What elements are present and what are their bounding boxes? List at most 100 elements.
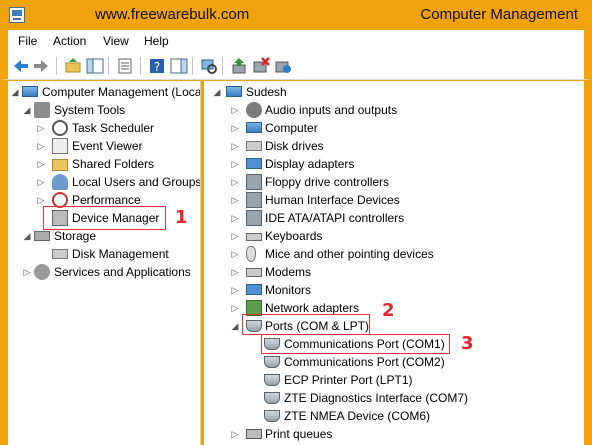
device-category[interactable]: ▷ Human Interface Devices	[230, 191, 570, 209]
expand-arrow-icon[interactable]: ▷	[230, 425, 240, 443]
svg-text:?: ?	[154, 60, 160, 74]
port-device[interactable]: ZTE NMEA Device (COM6)	[262, 407, 562, 425]
expand-arrow-icon[interactable]: ▷	[230, 173, 240, 191]
shared-folder-icon	[52, 159, 68, 171]
menu-help[interactable]: Help	[144, 34, 169, 48]
tree-label: Computer Management (Local	[42, 85, 201, 99]
menu-file[interactable]: File	[18, 34, 37, 48]
enable-device-icon[interactable]	[274, 57, 292, 75]
tree-node-shared-folders[interactable]: ▷ Shared Folders	[36, 155, 196, 173]
menu-bar: File Action View Help	[0, 30, 592, 52]
collapse-arrow-icon[interactable]: ◢	[22, 101, 32, 119]
device-tree-root-label: Sudesh	[246, 85, 287, 99]
device-category-label: Monitors	[265, 283, 312, 297]
tree-node-event-viewer[interactable]: ▷ Event Viewer	[36, 137, 196, 155]
expand-arrow-icon[interactable]: ▷	[230, 137, 240, 155]
event-viewer-icon	[52, 138, 68, 154]
expand-arrow-icon[interactable]: ▷	[230, 209, 240, 227]
port-device[interactable]: ZTE Diagnostics Interface (COM7)	[262, 389, 562, 407]
properties-icon[interactable]	[116, 57, 134, 75]
device-category[interactable]: ▷ Mice and other pointing devices	[230, 245, 570, 263]
tree-node-services[interactable]: ▷ Services and Applications	[22, 263, 200, 281]
device-category-label: Disk drives	[265, 139, 324, 153]
expand-arrow-icon[interactable]: ▷	[22, 263, 32, 281]
keyboard-icon	[246, 233, 262, 241]
device-category[interactable]: ▷ Monitors	[230, 281, 570, 299]
expand-arrow-icon[interactable]: ▷	[230, 101, 240, 119]
expand-arrow-icon[interactable]: ▷	[230, 263, 240, 281]
device-category[interactable]: ▷ Disk drives	[230, 137, 570, 155]
tree-node-disk-management[interactable]: Disk Management	[36, 245, 196, 263]
scan-hardware-icon[interactable]	[200, 57, 218, 75]
device-category-label: Print queues	[265, 427, 333, 441]
expand-arrow-icon[interactable]: ▷	[230, 191, 240, 209]
device-category[interactable]: ▷ Floppy drive controllers	[230, 173, 570, 191]
system-tools-icon	[34, 102, 50, 118]
device-category-label: IDE ATA/ATAPI controllers	[265, 211, 405, 225]
highlight-box-com1	[261, 334, 450, 354]
highlight-box-ports	[242, 314, 370, 335]
device-category[interactable]: ▷ Keyboards	[230, 227, 570, 245]
tree-label: Storage	[54, 229, 97, 243]
tree-label: Services and Applications	[54, 265, 191, 279]
services-icon	[34, 264, 50, 280]
back-icon[interactable]	[12, 57, 30, 75]
expand-arrow-icon[interactable]: ▷	[230, 155, 240, 173]
computer-management-icon[interactable]	[9, 7, 25, 23]
device-category[interactable]: ▷ Print queues	[230, 425, 570, 443]
menu-view[interactable]: View	[103, 34, 129, 48]
collapse-arrow-icon[interactable]: ◢	[230, 317, 240, 335]
menu-action[interactable]: Action	[53, 34, 86, 48]
window-title: Computer Management	[420, 6, 578, 23]
computer-management-icon	[22, 86, 38, 97]
speaker-icon	[246, 102, 262, 118]
device-tree-root[interactable]: ◢ Sudesh	[212, 83, 412, 101]
tree-node-storage[interactable]: ◢ Storage	[22, 227, 198, 245]
help-icon[interactable]: ?	[148, 57, 166, 75]
port-icon	[264, 356, 280, 368]
display-adapter-icon	[246, 158, 262, 169]
hid-icon	[246, 192, 262, 208]
tree-label: Local Users and Groups	[72, 175, 201, 189]
port-device-label: Communications Port (COM2)	[284, 355, 445, 369]
expand-arrow-icon[interactable]: ▷	[230, 119, 240, 137]
show-hide-tree-icon[interactable]	[86, 57, 104, 75]
tree-label: Event Viewer	[72, 139, 143, 153]
device-category[interactable]: ▷ Computer	[230, 119, 570, 137]
collapse-arrow-icon[interactable]: ◢	[22, 227, 32, 245]
expand-arrow-icon[interactable]: ▷	[230, 299, 240, 317]
expand-arrow-icon[interactable]: ▷	[230, 245, 240, 263]
update-driver-icon[interactable]	[230, 57, 248, 75]
console-tree-pane[interactable]: ◢ Computer Management (Local ◢ System To…	[8, 81, 201, 445]
device-category[interactable]: ▷ Modems	[230, 263, 570, 281]
expand-arrow-icon[interactable]: ▷	[36, 119, 46, 137]
computer-icon	[246, 122, 262, 133]
disk-icon	[52, 249, 68, 259]
collapse-arrow-icon[interactable]: ◢	[212, 83, 222, 101]
printer-icon	[246, 429, 262, 439]
up-folder-icon[interactable]	[64, 57, 82, 75]
device-tree-pane[interactable]: ◢ Sudesh ▷ Audio inputs and outputs ▷ Co…	[204, 81, 584, 445]
collapse-arrow-icon[interactable]: ◢	[10, 83, 20, 101]
expand-arrow-icon[interactable]: ▷	[230, 281, 240, 299]
tree-label: System Tools	[54, 103, 126, 117]
device-category[interactable]: ▷ Display adapters	[230, 155, 570, 173]
tree-node-computer-management[interactable]: ◢ Computer Management (Local	[10, 83, 200, 101]
uninstall-device-icon[interactable]	[252, 57, 270, 75]
port-device[interactable]: Communications Port (COM2)	[262, 353, 562, 371]
tree-node-task-scheduler[interactable]: ▷ Task Scheduler	[36, 119, 196, 137]
device-category[interactable]: ▷ Audio inputs and outputs	[230, 101, 570, 119]
device-category-label: Display adapters	[265, 157, 355, 171]
device-category[interactable]: ▷ IDE ATA/ATAPI controllers	[230, 209, 570, 227]
expand-arrow-icon[interactable]: ▷	[36, 137, 46, 155]
forward-icon[interactable]	[32, 57, 50, 75]
title-bar: www.freewarebulk.com Computer Management	[0, 0, 592, 30]
port-device[interactable]: ECP Printer Port (LPT1)	[262, 371, 562, 389]
show-action-pane-icon[interactable]	[170, 57, 188, 75]
tree-node-system-tools[interactable]: ◢ System Tools	[22, 101, 198, 119]
expand-arrow-icon[interactable]: ▷	[36, 173, 46, 191]
tree-node-local-users[interactable]: ▷ Local Users and Groups	[36, 173, 200, 191]
expand-arrow-icon[interactable]: ▷	[230, 227, 240, 245]
expand-arrow-icon[interactable]: ▷	[36, 155, 46, 173]
device-category-label: Keyboards	[265, 229, 323, 243]
